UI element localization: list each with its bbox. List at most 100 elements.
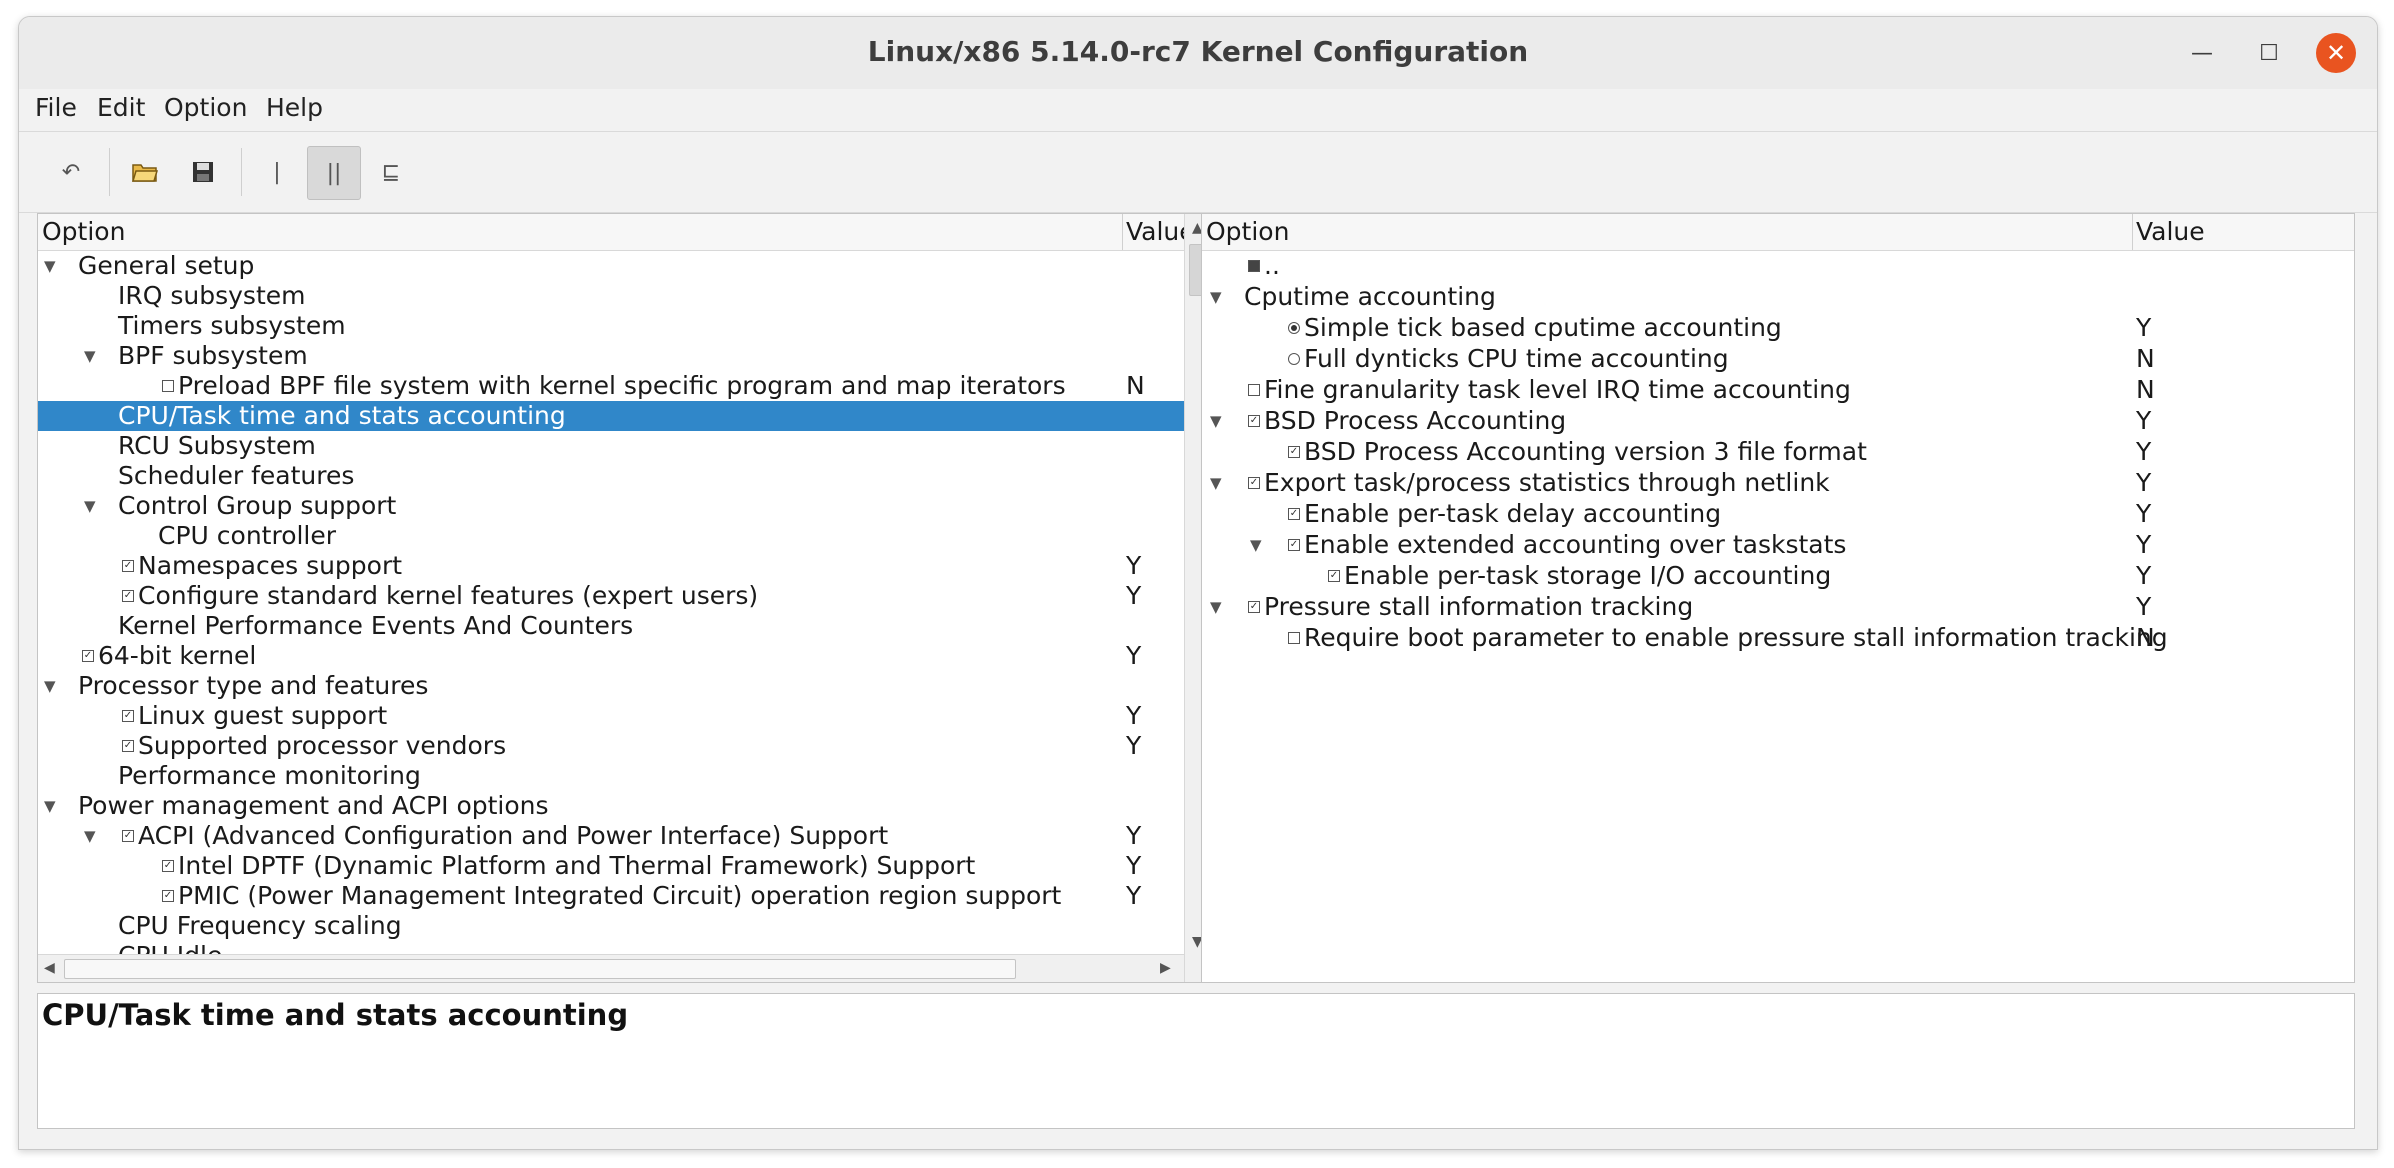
tree-row[interactable]: Simple tick based cputime accounting Y bbox=[1202, 313, 2354, 343]
save-button[interactable] bbox=[177, 146, 229, 198]
checkbox-icon[interactable]: ✓ bbox=[1288, 539, 1300, 551]
expand-arrow-icon[interactable]: ▼ bbox=[1210, 414, 1224, 429]
tree-row[interactable]: ✓ Enable per-task delay accounting Y bbox=[1202, 499, 2354, 529]
tree-row[interactable]: ▼ BPF subsystem bbox=[38, 341, 1184, 371]
checkbox-icon[interactable] bbox=[1248, 384, 1260, 396]
undo-button[interactable]: ↶ bbox=[45, 146, 97, 198]
tree-row[interactable]: Preload BPF file system with kernel spec… bbox=[38, 371, 1184, 401]
tree-row[interactable]: RCU Subsystem bbox=[38, 431, 1184, 461]
tree-row[interactable]: ▼ General setup bbox=[38, 251, 1184, 281]
checkbox-icon[interactable]: ✓ bbox=[1248, 415, 1260, 427]
tree-row[interactable]: ✓ Enable per-task storage I/O accounting Y bbox=[1202, 561, 2354, 591]
tree-row-value: Y bbox=[2136, 499, 2152, 528]
tree-row[interactable]: CPU/Task time and stats accounting bbox=[38, 401, 1184, 431]
tree-row[interactable]: ▼ ✓ ACPI (Advanced Configuration and Power… bbox=[38, 821, 1184, 851]
maximize-button[interactable]: ☐ bbox=[2249, 33, 2289, 73]
tree-row[interactable]: .. bbox=[1202, 251, 2354, 281]
left-horizontal-scrollbar[interactable]: ◀ ▶ bbox=[38, 954, 1184, 982]
toolbar-separator bbox=[109, 148, 110, 196]
tree-row-value: Y bbox=[1126, 821, 1142, 850]
tree-row[interactable]: ▼ ✓ BSD Process Accounting Y bbox=[1202, 406, 2354, 436]
right-col-option[interactable]: Option bbox=[1206, 217, 1289, 246]
close-button[interactable]: ✕ bbox=[2316, 33, 2356, 73]
load-button[interactable] bbox=[119, 146, 171, 198]
expand-arrow-icon[interactable]: ▼ bbox=[44, 799, 58, 814]
tree-row-value: Y bbox=[2136, 468, 2152, 497]
scroll-right-icon[interactable]: ▶ bbox=[1160, 960, 1171, 976]
full-view-button[interactable]: ⊑ bbox=[365, 146, 417, 198]
tree-row[interactable]: Performance monitoring bbox=[38, 761, 1184, 791]
tree-row[interactable]: ▼ ✓ Export task/process statistics through… bbox=[1202, 468, 2354, 498]
expand-arrow-icon[interactable]: ▼ bbox=[44, 679, 58, 694]
checkbox-icon[interactable]: ✓ bbox=[162, 860, 174, 872]
single-view-button[interactable]: | bbox=[251, 146, 303, 198]
checkbox-icon[interactable]: ✓ bbox=[122, 830, 134, 842]
tree-row[interactable]: Full dynticks CPU time accounting N bbox=[1202, 344, 2354, 374]
tree-row[interactable]: ▼ Control Group support bbox=[38, 491, 1184, 521]
tree-row[interactable]: ▼ Processor type and features bbox=[38, 671, 1184, 701]
tree-row[interactable]: CPU controller bbox=[38, 521, 1184, 551]
left-col-option[interactable]: Option bbox=[42, 217, 125, 246]
radio-icon[interactable] bbox=[1288, 322, 1300, 334]
menu-help[interactable]: Help bbox=[266, 93, 323, 122]
tree-row-label: Require boot parameter to enable pressur… bbox=[1304, 623, 2168, 652]
expand-arrow-icon[interactable]: ▼ bbox=[1210, 290, 1224, 305]
expand-arrow-icon[interactable]: ▼ bbox=[1210, 476, 1224, 491]
checkbox-icon[interactable]: ✓ bbox=[122, 740, 134, 752]
tree-row-value: Y bbox=[2136, 530, 2152, 559]
tree-row[interactable]: ✓ BSD Process Accounting version 3 file f… bbox=[1202, 437, 2354, 467]
tree-row[interactable]: ✓ Namespaces support Y bbox=[38, 551, 1184, 581]
tree-row[interactable]: ✓ Linux guest support Y bbox=[38, 701, 1184, 731]
right-col-value[interactable]: Value bbox=[2136, 217, 2205, 246]
tree-row[interactable]: Kernel Performance Events And Counters bbox=[38, 611, 1184, 641]
horizontal-scroll-thumb[interactable] bbox=[64, 959, 1016, 979]
scroll-left-icon[interactable]: ◀ bbox=[44, 960, 55, 976]
checkbox-icon[interactable]: ✓ bbox=[82, 650, 94, 662]
checkbox-icon[interactable] bbox=[1288, 632, 1300, 644]
tree-row[interactable]: Timers subsystem bbox=[38, 311, 1184, 341]
tree-row[interactable]: ▼ Cputime accounting bbox=[1202, 282, 2354, 312]
expand-arrow-icon[interactable]: ▼ bbox=[44, 259, 58, 274]
menu-option[interactable]: Option bbox=[164, 93, 247, 122]
tree-row-label: CPU Frequency scaling bbox=[118, 911, 402, 940]
tree-row[interactable]: ✓ PMIC (Power Management Integrated Circu… bbox=[38, 881, 1184, 911]
checkbox-icon[interactable]: ✓ bbox=[122, 560, 134, 572]
checkbox-icon[interactable] bbox=[1248, 260, 1260, 272]
tree-row-value: Y bbox=[1126, 731, 1142, 760]
checkbox-icon[interactable]: ✓ bbox=[1288, 508, 1300, 520]
checkbox-icon[interactable]: ✓ bbox=[1248, 601, 1260, 613]
minimize-button[interactable]: — bbox=[2182, 33, 2222, 73]
expand-arrow-icon[interactable]: ▼ bbox=[1210, 600, 1224, 615]
tree-row-label: Processor type and features bbox=[78, 671, 429, 700]
tree-row[interactable]: ✓ Configure standard kernel features (exp… bbox=[38, 581, 1184, 611]
checkbox-icon[interactable]: ✓ bbox=[1248, 477, 1260, 489]
checkbox-icon[interactable]: ✓ bbox=[122, 710, 134, 722]
tree-row-label: BSD Process Accounting bbox=[1264, 406, 1567, 435]
window-title: Linux/x86 5.14.0-rc7 Kernel Configuratio… bbox=[867, 35, 1529, 68]
split-view-button[interactable]: || bbox=[307, 146, 361, 200]
radio-icon[interactable] bbox=[1288, 353, 1300, 365]
tree-row[interactable]: ▼ Power management and ACPI options bbox=[38, 791, 1184, 821]
tree-row[interactable]: ✓ Intel DPTF (Dynamic Platform and Therma… bbox=[38, 851, 1184, 881]
expand-arrow-icon[interactable]: ▼ bbox=[84, 829, 98, 844]
checkbox-icon[interactable] bbox=[162, 380, 174, 392]
menu-file[interactable]: File bbox=[35, 93, 77, 122]
menu-edit[interactable]: Edit bbox=[97, 93, 145, 122]
expand-arrow-icon[interactable]: ▼ bbox=[84, 499, 98, 514]
tree-row[interactable]: CPU Frequency scaling bbox=[38, 911, 1184, 941]
checkbox-icon[interactable]: ✓ bbox=[162, 890, 174, 902]
tree-row[interactable]: ▼ ✓ Enable extended accounting over taskst… bbox=[1202, 530, 2354, 560]
tree-row[interactable]: Require boot parameter to enable pressur… bbox=[1202, 623, 2354, 653]
tree-row[interactable]: ✓ 64-bit kernel Y bbox=[38, 641, 1184, 671]
open-folder-icon bbox=[132, 164, 158, 182]
checkbox-icon[interactable]: ✓ bbox=[1328, 570, 1340, 582]
tree-row[interactable]: ▼ ✓ Pressure stall information tracking Y bbox=[1202, 592, 2354, 622]
expand-arrow-icon[interactable]: ▼ bbox=[1250, 538, 1264, 553]
checkbox-icon[interactable]: ✓ bbox=[1288, 446, 1300, 458]
tree-row[interactable]: Fine granularity task level IRQ time acc… bbox=[1202, 375, 2354, 405]
expand-arrow-icon[interactable]: ▼ bbox=[84, 349, 98, 364]
tree-row[interactable]: IRQ subsystem bbox=[38, 281, 1184, 311]
tree-row[interactable]: Scheduler features bbox=[38, 461, 1184, 491]
checkbox-icon[interactable]: ✓ bbox=[122, 590, 134, 602]
tree-row[interactable]: ✓ Supported processor vendors Y bbox=[38, 731, 1184, 761]
